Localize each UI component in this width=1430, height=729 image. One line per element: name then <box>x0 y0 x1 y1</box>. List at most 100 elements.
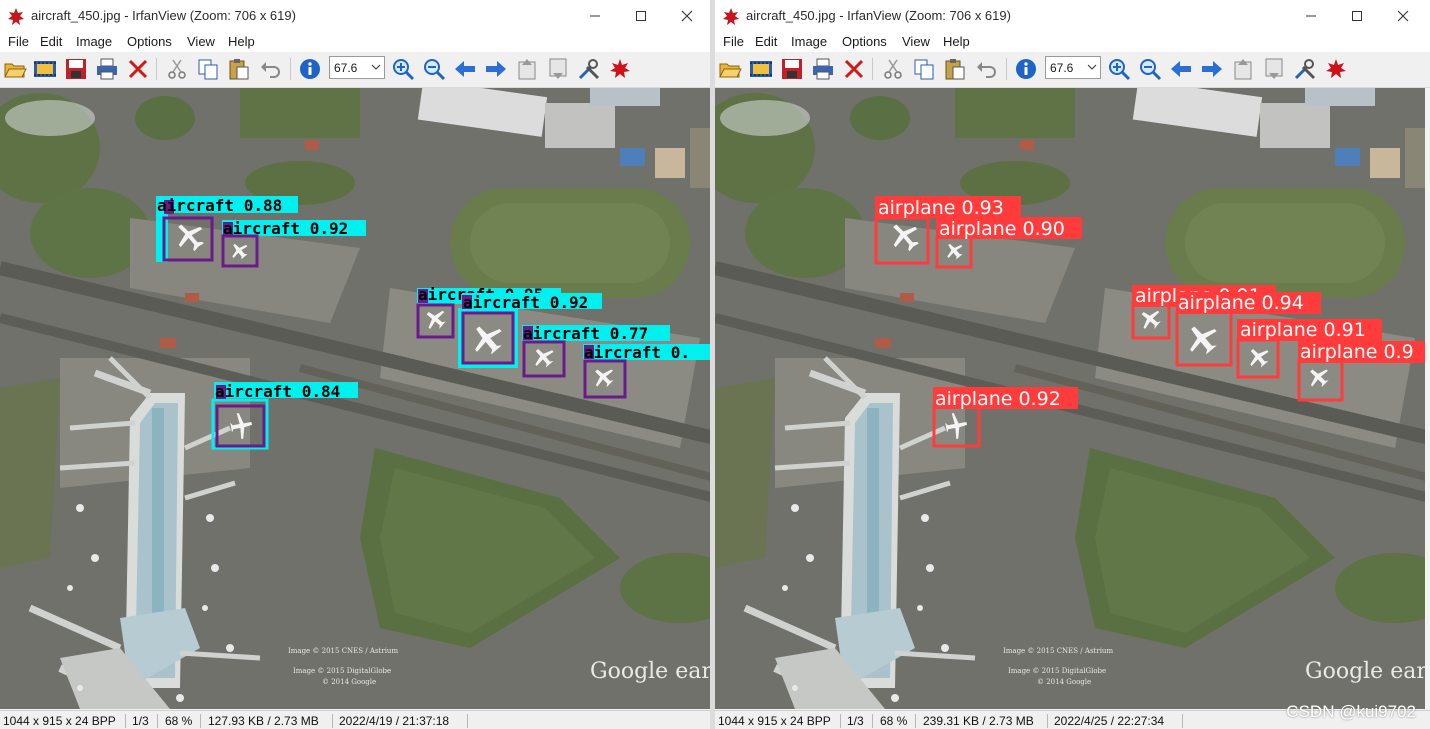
info-icon[interactable] <box>298 57 322 81</box>
minimize-button[interactable] <box>572 0 618 32</box>
detection-label: aircraft 0.92 <box>223 219 348 238</box>
menu-image[interactable]: Image <box>76 34 112 49</box>
maximize-button[interactable] <box>618 0 664 32</box>
previous-icon[interactable] <box>1169 57 1193 81</box>
status-zoom: 68 % <box>165 714 193 728</box>
status-dimensions: 1044 x 915 x 24 BPP <box>718 714 831 728</box>
slideshow-icon[interactable] <box>33 57 57 81</box>
menu-edit[interactable]: Edit <box>40 34 62 49</box>
close-button[interactable] <box>664 0 710 32</box>
copy-icon[interactable] <box>196 57 220 81</box>
next-icon[interactable] <box>1200 57 1224 81</box>
detection-label: airplane 0.92 <box>935 388 1061 410</box>
menu-view[interactable]: View <box>902 34 930 49</box>
image-viewport[interactable]: airplane 0.93 airplane 0.90 airplane 0.9… <box>715 88 1425 709</box>
irfanview-app-icon[interactable] <box>722 7 740 25</box>
maximize-button[interactable] <box>1334 0 1380 32</box>
detection-label: aircraft 0.77 <box>523 324 648 343</box>
irfanview-app-icon[interactable] <box>7 7 25 25</box>
cut-icon[interactable] <box>165 57 189 81</box>
menu-view[interactable]: View <box>187 34 215 49</box>
irfanview-window-right: aircraft_450.jpg - IrfanView (Zoom: 706 … <box>715 0 1430 729</box>
toolbar-separator <box>290 58 291 80</box>
menu-file[interactable]: File <box>723 34 744 49</box>
aerial-image: airplane 0.93 airplane 0.90 airplane 0.9… <box>715 88 1425 709</box>
window-title: aircraft_450.jpg - IrfanView (Zoom: 706 … <box>31 8 296 23</box>
undo-icon[interactable] <box>258 57 282 81</box>
zoom-value: 67.6 <box>334 61 358 75</box>
paste-icon[interactable] <box>943 57 967 81</box>
menu-bar: File Edit Image Options View Help <box>0 32 710 52</box>
zoom-value: 67.6 <box>1050 61 1074 75</box>
info-icon[interactable] <box>1014 57 1038 81</box>
irfanview-logo-icon[interactable] <box>1324 57 1348 81</box>
menu-bar: File Edit Image Options View Help <box>715 32 1430 52</box>
status-page: 1/3 <box>132 714 149 728</box>
paste-icon[interactable] <box>227 57 251 81</box>
zoom-out-icon[interactable] <box>422 57 446 81</box>
menu-options[interactable]: Options <box>127 34 172 49</box>
zoom-in-icon[interactable] <box>1107 57 1131 81</box>
menu-file[interactable]: File <box>8 34 29 49</box>
menu-help[interactable]: Help <box>943 34 970 49</box>
menu-edit[interactable]: Edit <box>755 34 777 49</box>
image-credit-text: Image © 2015 DigitalGlobe <box>1008 667 1106 675</box>
detection-label: aircraft 0.84 <box>215 382 340 401</box>
delete-icon[interactable] <box>126 57 150 81</box>
tools-icon[interactable] <box>1293 57 1317 81</box>
first-page-icon[interactable] <box>515 57 539 81</box>
image-credit-text: © 2014 Google <box>322 678 376 686</box>
chevron-down-icon <box>371 64 381 70</box>
detection-label: aircraft 0.88 <box>157 196 282 215</box>
last-page-icon[interactable] <box>1262 57 1286 81</box>
google-earth-logo: Google earth <box>590 659 710 684</box>
undo-icon[interactable] <box>974 57 998 81</box>
last-page-icon[interactable] <box>546 57 570 81</box>
google-earth-logo: Google earth <box>1305 659 1425 684</box>
previous-icon[interactable] <box>453 57 477 81</box>
detection-label: airplane 0.94 <box>1178 292 1304 314</box>
save-icon[interactable] <box>780 57 804 81</box>
print-icon[interactable] <box>95 57 119 81</box>
status-datetime: 2022/4/25 / 22:27:34 <box>1054 714 1165 728</box>
detection-label: airplane 0.91 <box>1240 319 1366 341</box>
close-button[interactable] <box>1380 0 1426 32</box>
print-icon[interactable] <box>811 57 835 81</box>
image-viewport[interactable]: aircraft 0.88 aircraft 0.92 aircraft 0.9… <box>0 88 710 709</box>
delete-icon[interactable] <box>842 57 866 81</box>
csdn-watermark: CSDN @kui9702 <box>1286 702 1416 721</box>
zoom-out-icon[interactable] <box>1138 57 1162 81</box>
tools-icon[interactable] <box>577 57 601 81</box>
status-datetime: 2022/4/19 / 21:37:18 <box>339 714 450 728</box>
open-folder-icon[interactable] <box>3 57 27 81</box>
toolbar: 67.6 <box>0 52 710 88</box>
open-folder-icon[interactable] <box>718 57 742 81</box>
copy-icon[interactable] <box>912 57 936 81</box>
menu-help[interactable]: Help <box>228 34 255 49</box>
title-bar[interactable]: aircraft_450.jpg - IrfanView (Zoom: 706 … <box>0 0 710 32</box>
status-zoom: 68 % <box>880 714 908 728</box>
zoom-select[interactable]: 67.6 <box>1045 56 1101 79</box>
detection-label: airplane 0.9 <box>1300 341 1414 363</box>
detection-label: aircraft 0. <box>584 343 690 362</box>
first-page-icon[interactable] <box>1231 57 1255 81</box>
cut-icon[interactable] <box>881 57 905 81</box>
zoom-in-icon[interactable] <box>391 57 415 81</box>
save-icon[interactable] <box>64 57 88 81</box>
zoom-select[interactable]: 67.6 <box>329 56 385 79</box>
minimize-button[interactable] <box>1288 0 1334 32</box>
image-credit-text: Image © 2015 CNES / Astrium <box>288 647 398 655</box>
status-bar: 1044 x 915 x 24 BPP 1/3 68 % 127.93 KB /… <box>0 710 710 729</box>
status-filesize: 239.31 KB / 2.73 MB <box>923 714 1034 728</box>
slideshow-icon[interactable] <box>749 57 773 81</box>
toolbar-separator <box>1006 58 1007 80</box>
irfanview-logo-icon[interactable] <box>608 57 632 81</box>
maximize-icon <box>1352 11 1362 21</box>
menu-options[interactable]: Options <box>842 34 887 49</box>
menu-image[interactable]: Image <box>791 34 827 49</box>
title-bar[interactable]: aircraft_450.jpg - IrfanView (Zoom: 706 … <box>715 0 1430 32</box>
minimize-icon <box>1306 15 1316 17</box>
minimize-icon <box>590 15 600 17</box>
maximize-icon <box>636 11 646 21</box>
next-icon[interactable] <box>484 57 508 81</box>
